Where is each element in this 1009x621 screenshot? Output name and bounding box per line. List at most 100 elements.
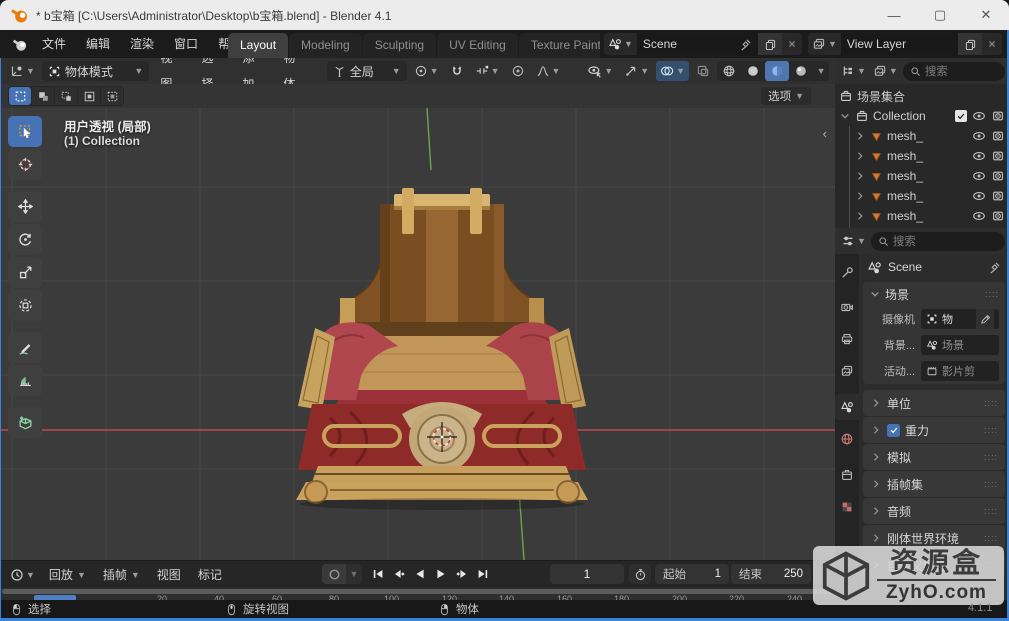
chevron-right-icon[interactable] (854, 190, 866, 202)
chevron-down-icon[interactable] (839, 110, 851, 122)
close-button[interactable]: ✕ (963, 0, 1009, 30)
options-dropdown[interactable]: 选项 ▼ (761, 87, 811, 105)
tool-transform[interactable] (8, 290, 42, 321)
tab-view-layer[interactable] (835, 358, 859, 384)
camera-render-icon[interactable] (991, 189, 1005, 203)
panel-grip[interactable]: :::: (984, 533, 998, 543)
camera-render-icon[interactable] (991, 169, 1005, 183)
playback-menu[interactable]: 回放▼ (42, 565, 93, 585)
outliner-editor-type-dropdown[interactable]: ▼ (839, 61, 868, 81)
tab-uv-editing[interactable]: UV Editing (437, 33, 518, 58)
menu-add[interactable]: 添加 (234, 58, 272, 84)
select-mode-subtract[interactable] (55, 87, 77, 105)
panel-grip[interactable]: :::: (984, 425, 998, 435)
tool-annotate[interactable] (8, 332, 42, 363)
menu-file[interactable]: 文件 (32, 30, 76, 58)
view-layer-browse-button[interactable]: ▼ (808, 33, 841, 55)
select-mode-extend[interactable] (32, 87, 54, 105)
eye-icon[interactable] (972, 129, 986, 143)
camera-render-icon[interactable] (991, 129, 1005, 143)
tab-texture-paint[interactable]: Texture Paint (519, 33, 600, 58)
treasure-chest-model[interactable] (296, 188, 588, 510)
jump-to-end-button[interactable] (473, 564, 493, 584)
use-preview-range-toggle[interactable] (629, 564, 651, 584)
tab-modeling[interactable]: Modeling (289, 33, 362, 58)
panel-grip[interactable]: :::: (984, 479, 998, 489)
camera-render-icon[interactable] (991, 149, 1005, 163)
tool-measure[interactable] (8, 365, 42, 396)
background-scene-field[interactable]: 场景 (921, 335, 999, 355)
outliner-scene-collection[interactable]: 场景集合 (835, 86, 1009, 106)
chevron-right-icon[interactable] (854, 150, 866, 162)
timeline-ruler[interactable]: 20 40 60 80 100 120 140 160 180 200 220 … (0, 588, 835, 600)
view-layer-name-field[interactable]: View Layer (841, 33, 958, 55)
shading-wireframe-button[interactable] (717, 61, 741, 81)
visibility-dropdown[interactable]: ▼ (583, 61, 617, 81)
tab-world[interactable] (835, 426, 859, 452)
outliner-mesh-row[interactable]: mesh_ (850, 186, 1009, 206)
outliner-collection-row[interactable]: Collection (835, 106, 1009, 126)
tab-tool[interactable] (835, 260, 859, 286)
tab-layout[interactable]: Layout (228, 33, 288, 58)
tab-output[interactable] (835, 326, 859, 352)
eye-icon[interactable] (972, 209, 986, 223)
transform-orientation-dropdown[interactable]: 全局 ▼ (327, 61, 407, 81)
outliner-mesh-row[interactable]: mesh_ (850, 126, 1009, 146)
panel-simulation[interactable]: 模拟 :::: (863, 444, 1005, 470)
properties-editor-type-dropdown[interactable]: ▼ (839, 231, 868, 251)
proportional-falloff-dropdown[interactable]: ▼ (532, 61, 565, 81)
camera-field[interactable]: 物 (921, 309, 999, 329)
tool-scale[interactable] (8, 257, 42, 288)
menu-edit[interactable]: 编辑 (76, 30, 120, 58)
pivot-point-dropdown[interactable]: ▼ (410, 61, 443, 81)
view-layer-remove-button[interactable] (982, 33, 1002, 55)
pin-icon[interactable] (988, 261, 1001, 274)
view-layer-copy-button[interactable] (958, 33, 982, 55)
maximize-button[interactable]: ▢ (917, 0, 963, 30)
current-frame-field[interactable]: 1 (550, 564, 624, 584)
scene-name-field[interactable]: Scene (637, 33, 758, 55)
timeline-marker-menu[interactable]: 标记 (191, 566, 229, 583)
play-reverse-button[interactable] (410, 564, 430, 584)
tab-scene[interactable] (835, 394, 859, 420)
chevron-right-icon[interactable] (854, 130, 866, 142)
outliner-mesh-row[interactable]: mesh_ (850, 146, 1009, 166)
timeline-scrollbar[interactable] (2, 589, 832, 594)
scene-copy-button[interactable] (758, 33, 782, 55)
eye-icon[interactable] (972, 149, 986, 163)
panel-grip[interactable]: :::: (984, 452, 998, 462)
mode-dropdown[interactable]: 物体模式 ▼ (42, 61, 149, 81)
panel-keying-sets[interactable]: 插帧集 :::: (863, 471, 1005, 497)
panel-gravity[interactable]: 重力 :::: (863, 417, 1005, 443)
tab-sculpting[interactable]: Sculpting (363, 33, 436, 58)
tool-move[interactable] (8, 191, 42, 222)
properties-search-input[interactable]: 搜索 (871, 232, 1005, 251)
collection-checkbox[interactable] (955, 110, 967, 122)
tab-texture[interactable] (835, 494, 859, 520)
outliner-mesh-row[interactable]: mesh_ (850, 166, 1009, 186)
panel-units[interactable]: 单位 :::: (863, 390, 1005, 416)
pin-icon[interactable] (739, 38, 752, 51)
auto-keying-dropdown[interactable]: ▼ (346, 564, 362, 584)
editor-type-dropdown[interactable]: ▼ (6, 61, 39, 81)
menu-window[interactable]: 窗口 (164, 30, 208, 58)
snap-target-dropdown[interactable]: ▼ (471, 61, 504, 81)
outliner-search-input[interactable]: 搜索 (903, 62, 1005, 81)
eyedropper-button[interactable] (976, 309, 994, 329)
panel-grip[interactable]: :::: (985, 289, 999, 299)
frame-end-field[interactable]: 结束 250 (731, 564, 811, 584)
frame-start-field[interactable]: 起始 1 (655, 564, 729, 584)
eye-icon[interactable] (972, 189, 986, 203)
scene-browse-button[interactable]: ▼ (604, 33, 637, 55)
snap-toggle[interactable] (446, 61, 468, 81)
overlays-dropdown[interactable]: ▼ (656, 61, 689, 81)
gravity-checkbox[interactable] (887, 424, 900, 437)
panel-grip[interactable]: :::: (984, 398, 998, 408)
previous-keyframe-button[interactable] (389, 564, 409, 584)
xray-toggle[interactable] (692, 61, 714, 81)
blender-menu-button[interactable] (6, 33, 32, 55)
auto-keying-toggle[interactable] (322, 564, 346, 584)
shading-material-preview-button[interactable] (765, 61, 789, 81)
proportional-editing-toggle[interactable] (507, 61, 529, 81)
jump-to-start-button[interactable] (368, 564, 388, 584)
